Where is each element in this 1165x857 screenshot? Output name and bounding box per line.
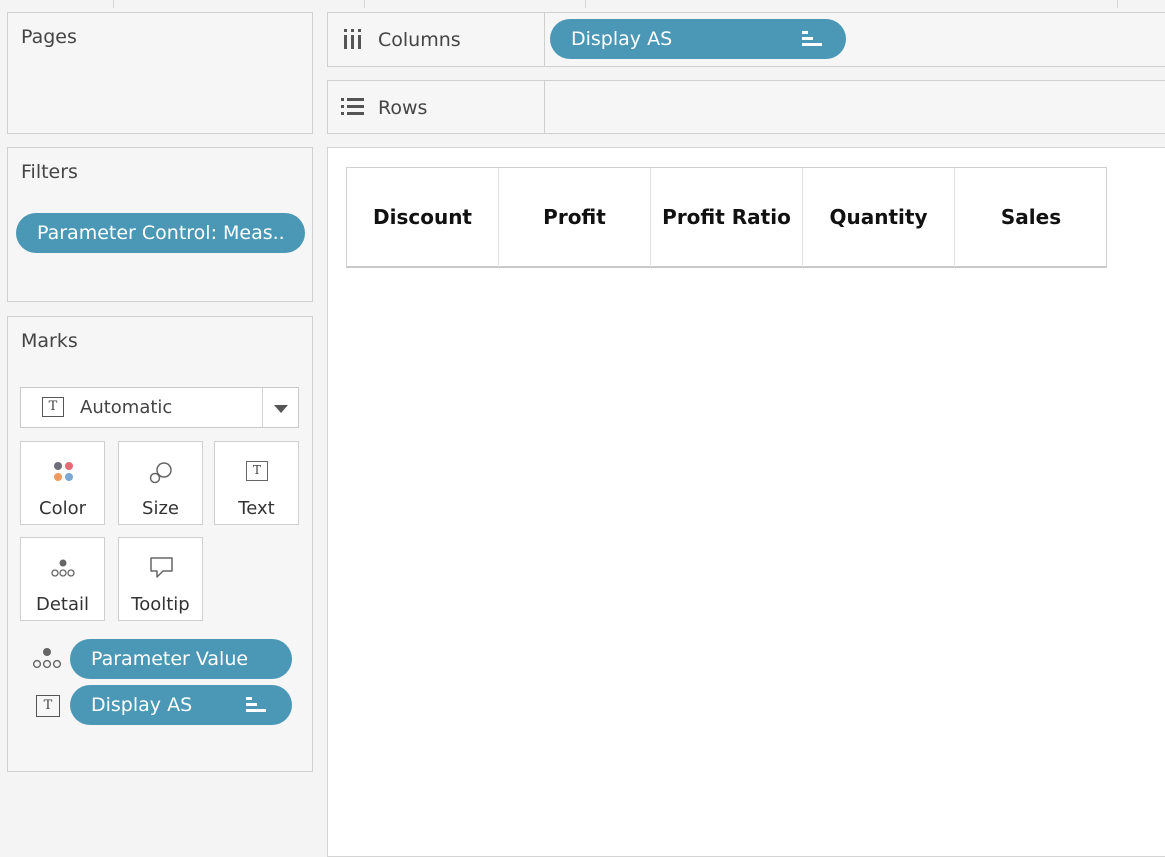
columns-icon — [342, 29, 364, 51]
text-icon: T — [215, 460, 298, 484]
mark-type-dropdown[interactable]: T Automatic — [20, 387, 299, 428]
marks-title: Marks — [21, 330, 78, 352]
filters-card[interactable]: Filters Parameter Control: Meas.. — [7, 147, 313, 302]
tooltip-button[interactable]: Tooltip — [118, 537, 203, 621]
rows-shelf: Rows — [327, 80, 1165, 134]
color-icon — [21, 460, 104, 484]
size-button[interactable]: Size — [118, 441, 203, 525]
rows-label: Rows — [378, 97, 428, 119]
filter-pill[interactable]: Parameter Control: Meas.. — [16, 213, 305, 253]
top-divider — [113, 0, 114, 8]
top-divider — [1117, 0, 1118, 8]
detail-icon — [21, 556, 104, 580]
text-mark-icon: T — [42, 397, 64, 417]
detail-button[interactable]: Detail — [20, 537, 105, 621]
top-divider — [585, 0, 586, 8]
filter-pill-label: Parameter Control: Meas.. — [37, 222, 285, 244]
column-header-profit-ratio[interactable]: Profit Ratio — [651, 168, 803, 267]
display-as-columns-pill[interactable]: Display AS — [550, 19, 846, 59]
shelf-divider — [544, 81, 545, 133]
column-header-quantity[interactable]: Quantity — [803, 168, 955, 267]
top-strip — [0, 0, 1165, 10]
mark-type-label: Automatic — [80, 397, 173, 418]
columns-label: Columns — [378, 29, 461, 51]
pages-title: Pages — [21, 26, 77, 48]
detail-label: Detail — [35, 594, 90, 615]
chevron-down-icon[interactable] — [274, 405, 288, 413]
dropdown-divider — [262, 388, 263, 427]
text-button[interactable]: T Text — [214, 441, 299, 525]
text-icon[interactable]: T — [36, 695, 60, 717]
display-as-marks-label: Display AS — [91, 694, 193, 716]
column-header-sales[interactable]: Sales — [955, 168, 1107, 267]
column-header-discount[interactable]: Discount — [347, 168, 499, 267]
rows-icon — [341, 97, 365, 117]
column-header-profit[interactable]: Profit — [499, 168, 651, 267]
size-icon — [119, 460, 202, 484]
size-label: Size — [142, 498, 179, 519]
parameter-value-label: Parameter Value — [91, 648, 249, 670]
display-as-columns-label: Display AS — [571, 28, 673, 50]
color-label: Color — [39, 498, 86, 519]
tooltip-icon — [119, 556, 202, 580]
text-label: Text — [238, 498, 275, 519]
pages-card[interactable]: Pages — [7, 12, 313, 134]
shelf-divider — [544, 13, 545, 66]
tooltip-label: Tooltip — [131, 594, 190, 615]
parameter-value-pill[interactable]: Parameter Value — [70, 639, 292, 679]
top-divider — [364, 0, 365, 8]
detail-icon[interactable] — [30, 646, 64, 672]
color-button[interactable]: Color — [20, 441, 105, 525]
filters-title: Filters — [21, 161, 78, 183]
sort-icon — [246, 697, 266, 713]
display-as-marks-pill[interactable]: Display AS — [70, 685, 292, 725]
sort-icon — [802, 31, 822, 47]
header-table: Discount Profit Profit Ratio Quantity Sa… — [346, 167, 1107, 268]
